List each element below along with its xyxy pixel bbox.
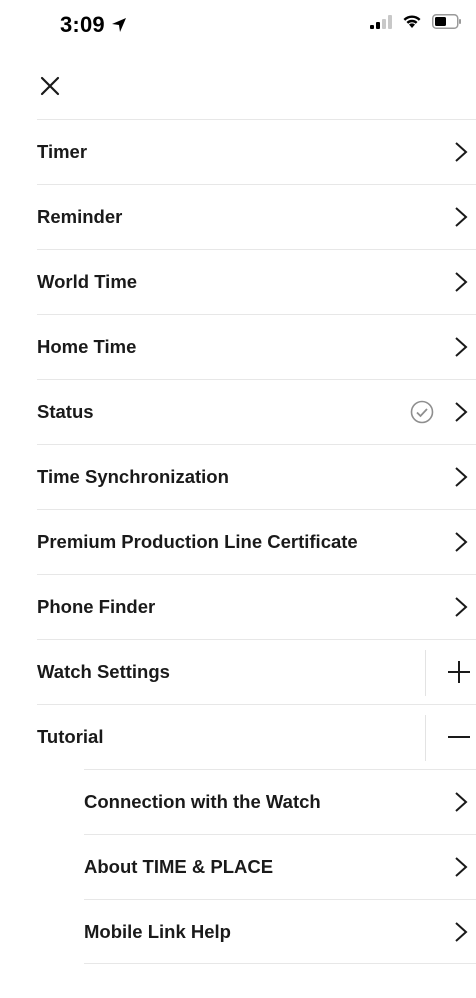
- menu-item-label: Watch Settings: [37, 661, 170, 682]
- menu-item-home-time[interactable]: Home Time: [37, 314, 476, 379]
- menu-item-label: Reminder: [37, 206, 123, 227]
- chevron-right-icon: [455, 921, 468, 942]
- check-circle-icon: [410, 400, 434, 424]
- chevron-right-icon: [455, 467, 468, 487]
- menu-item-phone-finder[interactable]: Phone Finder: [37, 574, 476, 639]
- menu-item-label: Premium Production Line Certificate: [37, 531, 358, 552]
- tutorial-submenu: Connection with the Watch About TIME & P…: [84, 769, 476, 964]
- menu-item-label: Tutorial: [37, 726, 104, 747]
- menu-item-reminder[interactable]: Reminder: [37, 184, 476, 249]
- submenu-item-mobile-link-help[interactable]: Mobile Link Help: [84, 899, 476, 964]
- chevron-right-icon: [455, 207, 468, 227]
- menu-item-label: Time Synchronization: [37, 466, 229, 487]
- status-icons: [370, 14, 462, 29]
- menu-item-label: Status: [37, 401, 94, 422]
- status-time: 3:09: [60, 12, 127, 38]
- submenu-item-label: About TIME & PLACE: [84, 856, 274, 877]
- close-icon: [40, 76, 60, 96]
- menu-item-label: Home Time: [37, 336, 137, 357]
- chevron-right-icon: [455, 857, 468, 877]
- chevron-right-icon: [455, 597, 468, 617]
- menu-item-label: Timer: [37, 141, 88, 162]
- chevron-right-icon: [455, 272, 468, 292]
- chevron-right-icon: [455, 337, 468, 357]
- submenu-item-label: Mobile Link Help: [84, 920, 231, 942]
- menu-item-label: Phone Finder: [37, 596, 156, 617]
- submenu-item-connection-with-the-watch[interactable]: Connection with the Watch: [84, 769, 476, 834]
- menu-item-premium-production-line-certificate[interactable]: Premium Production Line Certificate: [37, 509, 476, 574]
- menu-item-tutorial[interactable]: Tutorial: [37, 704, 476, 769]
- chevron-right-icon: [455, 142, 468, 162]
- settings-menu: Timer Reminder World Time Home Time Stat…: [37, 119, 476, 964]
- menu-item-world-time[interactable]: World Time: [37, 249, 476, 314]
- menu-item-watch-settings[interactable]: Watch Settings: [37, 639, 476, 704]
- status-bar: 3:09: [0, 0, 476, 48]
- chevron-right-icon: [455, 402, 468, 422]
- battery-icon: [432, 14, 461, 29]
- plus-icon[interactable]: [446, 659, 472, 685]
- chevron-right-icon: [455, 532, 468, 552]
- wifi-icon: [403, 15, 421, 28]
- menu-item-timer[interactable]: Timer: [37, 119, 476, 184]
- location-arrow-icon: [111, 18, 126, 32]
- clock-text: 3:09: [60, 12, 105, 37]
- menu-item-status[interactable]: Status: [37, 379, 476, 444]
- divider: [425, 715, 426, 761]
- minus-icon[interactable]: [446, 724, 472, 750]
- chevron-right-icon: [455, 792, 468, 812]
- divider: [425, 650, 426, 696]
- menu-item-time-synchronization[interactable]: Time Synchronization: [37, 444, 476, 509]
- menu-item-label: World Time: [37, 271, 138, 292]
- signal-icon: [370, 14, 392, 29]
- close-button[interactable]: [38, 74, 62, 98]
- submenu-item-about-time-and-place[interactable]: About TIME & PLACE: [84, 834, 476, 899]
- submenu-item-label: Connection with the Watch: [84, 791, 321, 812]
